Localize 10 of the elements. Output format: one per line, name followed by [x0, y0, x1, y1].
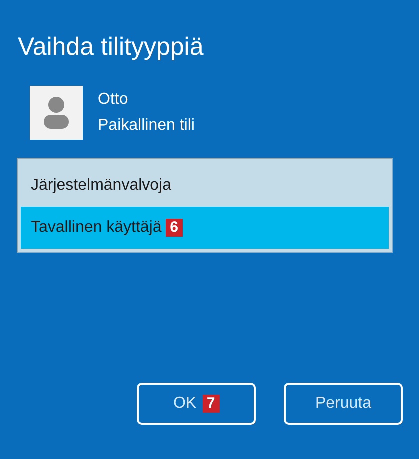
account-type-option[interactable]: Järjestelmänvalvoja — [21, 165, 389, 207]
account-type-label: Paikallinen tili — [98, 117, 195, 135]
step-badge: 7 — [202, 395, 220, 413]
user-name: Otto — [98, 91, 130, 109]
account-type-option[interactable]: Tavallinen käyttäjä 6 — [21, 207, 389, 249]
step-badge: 6 — [166, 219, 183, 237]
window-title: Vaihda tilityyppiä — [18, 32, 205, 63]
cancel-button[interactable]: Peruuta — [284, 383, 403, 425]
user-avatar-icon — [30, 86, 83, 140]
ok-button[interactable]: OK 7 — [137, 383, 256, 425]
